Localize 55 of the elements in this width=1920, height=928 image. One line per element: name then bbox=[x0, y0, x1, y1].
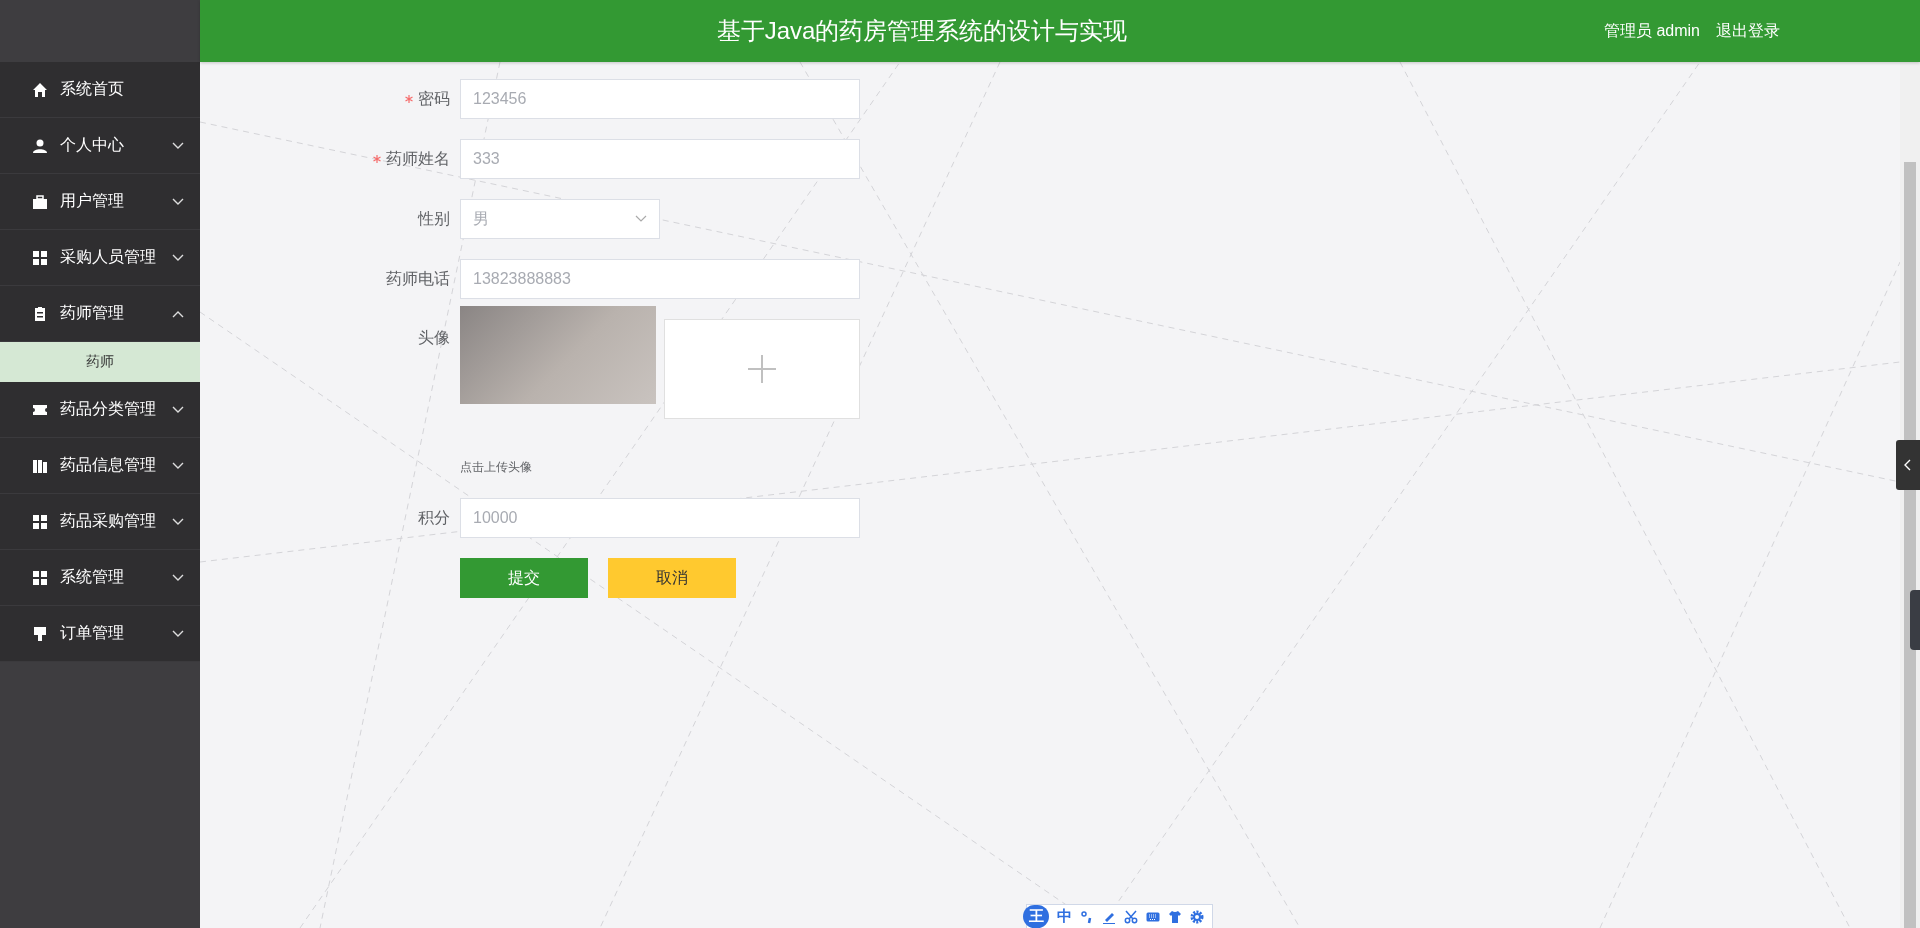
field-label: 头像 bbox=[418, 328, 450, 348]
books-icon bbox=[32, 457, 48, 474]
sidebar-menu-item[interactable]: 订单管理 bbox=[0, 606, 200, 662]
user-label: 管理员 admin bbox=[1603, 20, 1700, 41]
field-label: 性别 bbox=[418, 208, 450, 229]
scissors-icon[interactable] bbox=[1124, 909, 1138, 924]
shirt-icon[interactable] bbox=[1168, 909, 1182, 924]
chevron-icon bbox=[172, 405, 184, 414]
sidebar-menu-item[interactable]: 个人中心 bbox=[0, 118, 200, 174]
sidebar-menu-item[interactable]: 用户管理 bbox=[0, 174, 200, 230]
settings-icon[interactable] bbox=[1190, 909, 1204, 924]
asterisk-icon bbox=[373, 155, 381, 163]
field-label: 药师电话 bbox=[386, 268, 450, 289]
sidebar-submenu-item[interactable]: 药师 bbox=[0, 342, 200, 382]
sidebar-menu-item[interactable]: 药品分类管理 bbox=[0, 382, 200, 438]
grid-icon bbox=[32, 513, 48, 530]
sidebar-menu-item[interactable]: 系统首页 bbox=[0, 62, 200, 118]
ime-mode-toggle[interactable]: 中 bbox=[1057, 907, 1072, 926]
sidebar-menu-item[interactable]: 药师管理 bbox=[0, 286, 200, 342]
chevron-icon bbox=[172, 573, 184, 582]
chevron-icon bbox=[635, 215, 647, 223]
chevron-icon bbox=[172, 309, 184, 318]
user-icon bbox=[32, 137, 48, 154]
sidebar-menu-item[interactable]: 采购人员管理 bbox=[0, 230, 200, 286]
chevron-icon bbox=[172, 629, 184, 638]
sidebar-menu-item[interactable]: 系统管理 bbox=[0, 550, 200, 606]
logout-link[interactable]: 退出登录 bbox=[1716, 20, 1780, 42]
home-icon bbox=[32, 81, 48, 98]
level-meter-icon bbox=[1910, 590, 1920, 650]
cancel-button[interactable]: 取消 bbox=[608, 558, 736, 598]
collapse-tab[interactable] bbox=[1896, 440, 1920, 490]
chevron-left-icon bbox=[1904, 459, 1912, 471]
app-title: 基于Java的药房管理系统的设计与实现 bbox=[715, 16, 1129, 46]
scrollbar-thumb[interactable] bbox=[1904, 162, 1916, 928]
chevron-icon bbox=[172, 197, 184, 206]
submit-button[interactable]: 提交 bbox=[460, 558, 588, 598]
field-label: 积分 bbox=[418, 507, 450, 528]
briefcase-icon bbox=[32, 193, 48, 210]
ime-logo[interactable]: 王 bbox=[1023, 905, 1049, 928]
punctuation-icon[interactable] bbox=[1080, 909, 1094, 924]
asterisk-icon bbox=[405, 95, 413, 103]
chevron-icon bbox=[172, 517, 184, 526]
pin-icon bbox=[32, 625, 48, 642]
field-label: 药师姓名 bbox=[386, 148, 450, 169]
upload-hint: 点击上传头像 bbox=[460, 459, 533, 476]
grid-icon bbox=[32, 569, 48, 586]
chevron-icon bbox=[172, 253, 184, 262]
chevron-icon bbox=[172, 461, 184, 470]
field-label: 密码 bbox=[418, 88, 450, 109]
clipboard-icon bbox=[32, 305, 48, 322]
sidebar-menu-item[interactable]: 药品信息管理 bbox=[0, 438, 200, 494]
chevron-icon bbox=[172, 141, 184, 150]
plus-icon bbox=[748, 355, 776, 383]
grid-icon bbox=[32, 249, 48, 266]
sidebar-menu-item[interactable]: 药品采购管理 bbox=[0, 494, 200, 550]
